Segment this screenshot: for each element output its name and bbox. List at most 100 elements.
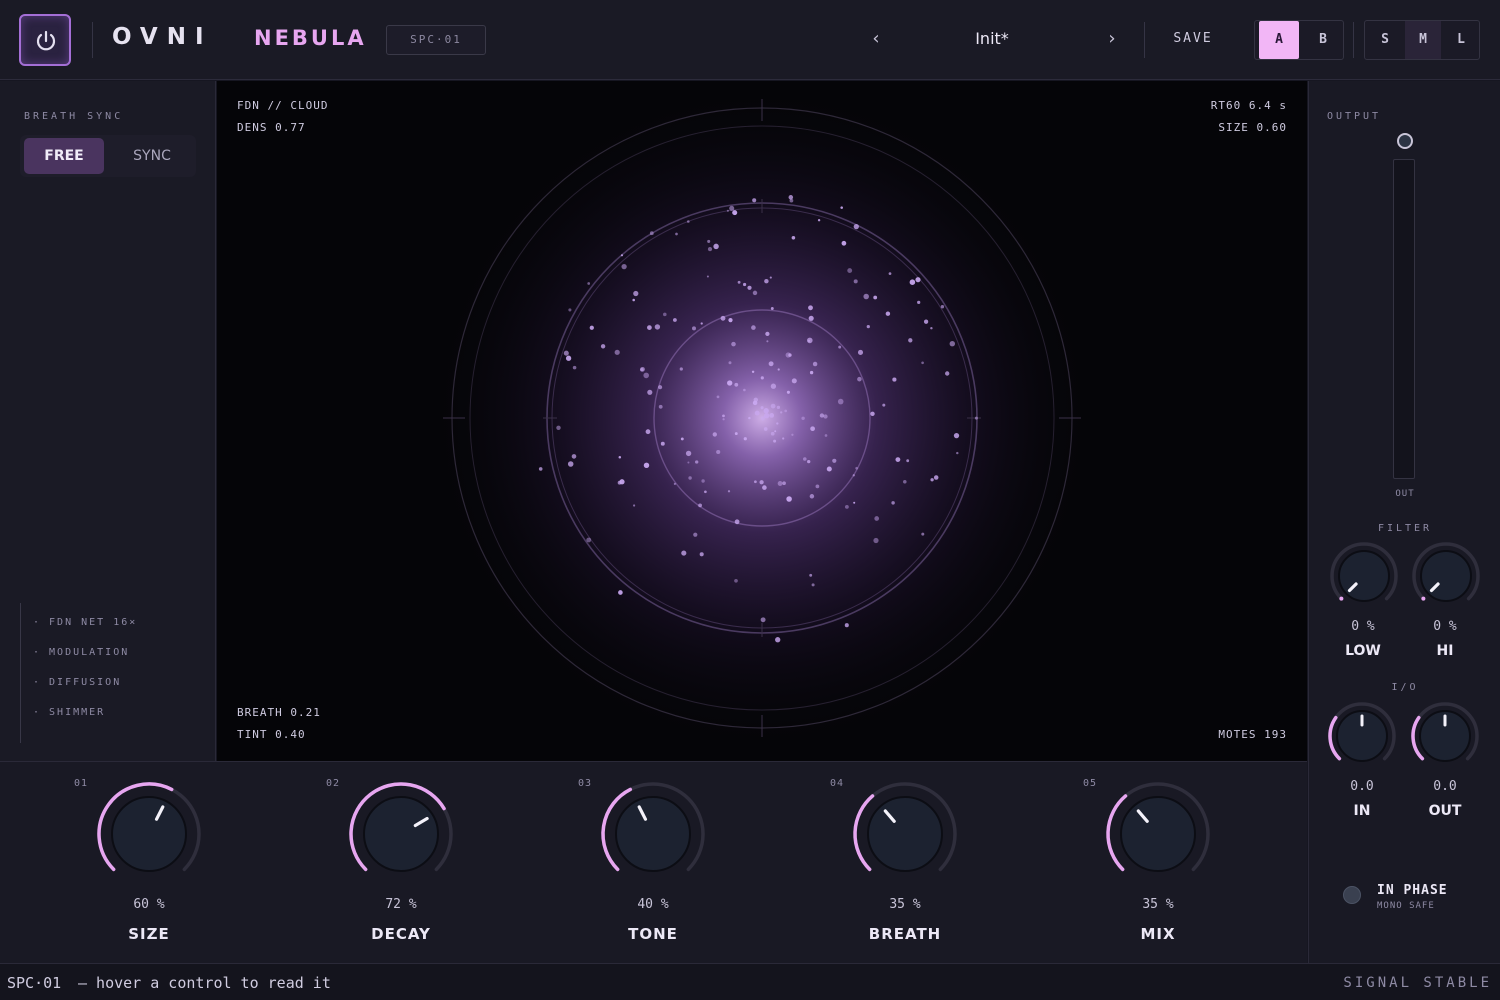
feature-tag: · MODULATION: [33, 647, 130, 658]
size-button-s[interactable]: S: [1367, 21, 1403, 59]
output-label: OUTPUT: [1326, 111, 1382, 122]
mote: [722, 414, 725, 418]
input-gain-knob[interactable]: [1327, 701, 1397, 771]
viz-motes-readout: MOTES 193: [1218, 728, 1287, 741]
ab-button-a[interactable]: A: [1259, 21, 1299, 59]
mix-knob[interactable]: [1103, 779, 1213, 889]
header-divider: [1144, 22, 1145, 58]
out-meter-label: OUT: [1395, 489, 1415, 499]
knob-value: 40 %: [637, 897, 669, 912]
filter-hi-knob[interactable]: [1411, 541, 1481, 611]
mote: [673, 482, 677, 486]
mote: [777, 368, 780, 371]
mote: [785, 352, 791, 358]
mote: [765, 331, 770, 337]
decay-knob[interactable]: [346, 779, 456, 889]
mote: [777, 481, 783, 486]
knob-body: [111, 796, 187, 872]
ab-button-b[interactable]: B: [1303, 21, 1343, 59]
mote: [699, 552, 704, 557]
breath-sync-label: BREATH SYNC: [24, 111, 124, 122]
output-meter[interactable]: [1393, 159, 1415, 479]
mote: [812, 361, 818, 367]
mote: [565, 355, 572, 361]
mote: [571, 454, 577, 459]
mote: [895, 457, 901, 463]
knob-body: [363, 796, 439, 872]
power-button[interactable]: [19, 14, 71, 66]
cloud-graphic: [432, 88, 1092, 748]
knob-label: BREATH: [868, 925, 942, 943]
knob-index: 05: [1083, 778, 1098, 789]
size-button-m[interactable]: M: [1405, 21, 1441, 59]
mote: [686, 220, 690, 223]
knob-value: 60 %: [133, 897, 165, 912]
save-button[interactable]: SAVE: [1164, 31, 1222, 46]
mote: [620, 254, 624, 257]
mote: [903, 480, 907, 484]
header-bar: OVNI NEBULA SPC·01 ‹ Init* › SAVE A B S …: [0, 0, 1500, 80]
mote: [917, 300, 921, 305]
output-gain-knob[interactable]: [1410, 701, 1480, 771]
power-icon: [36, 30, 56, 51]
mote: [760, 617, 766, 623]
output-gain-label: OUT: [1428, 803, 1462, 819]
mote: [618, 590, 623, 595]
mote: [840, 206, 843, 209]
viz-rt60-readout: RT60 6.4 s: [1210, 99, 1287, 112]
mote: [712, 432, 717, 437]
free-button[interactable]: FREE: [24, 138, 104, 174]
mote: [770, 383, 777, 389]
mote: [698, 503, 702, 508]
mote: [885, 311, 891, 316]
mote: [734, 382, 739, 387]
mote: [882, 403, 886, 407]
mote: [538, 467, 543, 471]
knob-index: 01: [74, 778, 89, 789]
mote: [817, 219, 821, 222]
mote: [568, 308, 572, 312]
cloud-visualizer[interactable]: FDN // CLOUD DENS 0.77 RT60 6.4 s SIZE 0…: [217, 81, 1307, 761]
filter-label: FILTER: [1377, 523, 1433, 534]
tone-knob[interactable]: [598, 779, 708, 889]
mote: [908, 338, 913, 343]
filter-low-knob[interactable]: [1329, 541, 1399, 611]
mote: [891, 501, 895, 505]
mote: [763, 412, 770, 419]
knob-value: 72 %: [385, 897, 417, 912]
mote: [734, 432, 738, 436]
mote: [621, 263, 627, 270]
mote: [600, 344, 606, 349]
size-button-l[interactable]: L: [1443, 21, 1479, 59]
mote: [870, 411, 875, 417]
model-badge: SPC·01: [386, 25, 486, 55]
mote: [782, 481, 786, 486]
mote: [763, 427, 768, 431]
mote: [737, 280, 741, 284]
mote: [713, 243, 719, 250]
preset-name[interactable]: Init*: [930, 29, 1054, 48]
knob-index: 02: [326, 778, 341, 789]
preset-next-button[interactable]: ›: [1102, 28, 1122, 49]
mote: [956, 451, 959, 455]
mote: [743, 282, 747, 287]
sync-button[interactable]: SYNC: [112, 138, 192, 174]
mote: [675, 232, 678, 236]
preset-prev-button[interactable]: ‹: [866, 28, 886, 49]
filter-low-value: 0 %: [1351, 619, 1375, 634]
output-fader-handle[interactable]: [1397, 133, 1413, 149]
mote: [815, 484, 820, 489]
breath-knob[interactable]: [850, 779, 960, 889]
phase-substatus: MONO SAFE: [1377, 901, 1435, 911]
mote: [619, 479, 625, 485]
size-knob[interactable]: [94, 779, 204, 889]
mote: [773, 439, 777, 443]
signal-status: SIGNAL STABLE: [1343, 975, 1492, 991]
io-label: I/O: [1391, 682, 1419, 693]
mote: [809, 573, 813, 577]
mote: [810, 426, 815, 432]
viz-breath-readout: BREATH 0.21: [237, 706, 321, 719]
knob-size: 01 60 % SIZE: [74, 762, 254, 964]
status-message: — hover a control to read it: [78, 974, 331, 992]
mote: [693, 532, 698, 537]
